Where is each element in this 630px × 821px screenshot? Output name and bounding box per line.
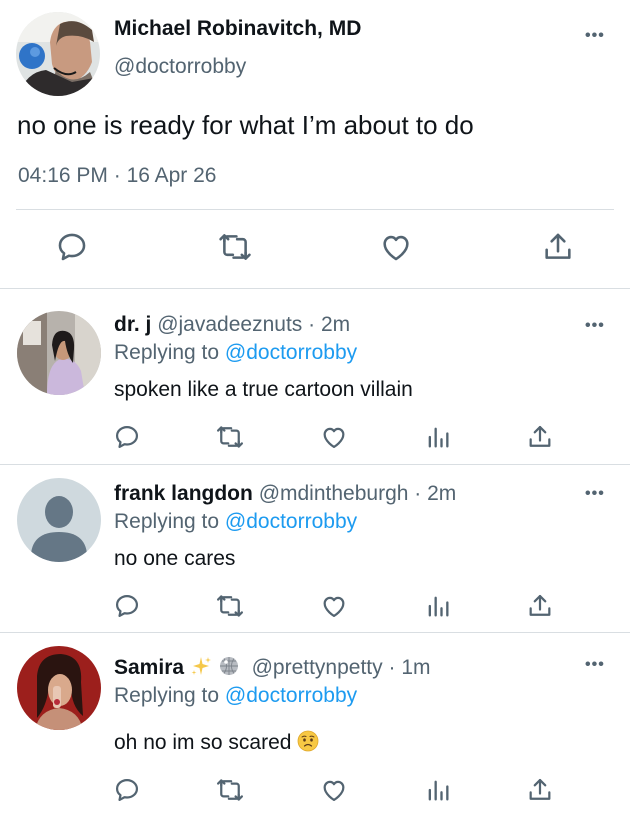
meta-separator: · [388, 656, 396, 679]
meta-separator: · [308, 313, 316, 336]
replying-to: Replying to @doctorrobby [114, 341, 357, 365]
disco-ball-emoji-icon [218, 655, 240, 683]
author-handle[interactable]: @doctorrobby [114, 55, 246, 79]
like-icon[interactable] [320, 776, 348, 804]
more-options-icon[interactable]: ••• [585, 485, 605, 503]
tweet-text: no one is ready for what I’m about to do [17, 110, 474, 140]
reply-avatar[interactable] [17, 646, 101, 730]
tweet-date: 16 Apr 26 [126, 164, 217, 187]
replying-to-prefix: Replying to [114, 510, 225, 533]
author-avatar[interactable] [16, 12, 100, 96]
tweet-timestamp[interactable]: 04:16 PM · 16 Apr 26 [18, 164, 216, 188]
replying-to-mention[interactable]: @doctorrobby [225, 341, 357, 364]
reply-age: 2m [320, 313, 351, 336]
reply-icon[interactable] [113, 423, 141, 451]
reply-author-name[interactable]: frank langdon [114, 482, 253, 505]
replying-to-prefix: Replying to [114, 341, 225, 364]
replying-to: Replying to @doctorrobby [114, 510, 357, 534]
retweet-icon[interactable] [216, 423, 244, 451]
tweet-time: 04:16 PM [18, 164, 108, 187]
replying-to-mention[interactable]: @doctorrobby [225, 684, 357, 707]
replying-to: Replying to @doctorrobby [114, 684, 357, 708]
retweet-icon[interactable] [218, 230, 252, 264]
retweet-icon[interactable] [216, 592, 244, 620]
reply-header: dr. j @javadeeznuts · 2m [114, 313, 350, 337]
like-icon[interactable] [320, 592, 348, 620]
reply-icon[interactable] [113, 592, 141, 620]
analytics-icon[interactable] [424, 592, 452, 620]
author-name[interactable]: Michael Robinavitch, MD [114, 17, 361, 41]
reply-text: spoken like a true cartoon villain [114, 378, 413, 401]
reply-avatar[interactable] [17, 311, 101, 395]
analytics-icon[interactable] [424, 423, 452, 451]
retweet-icon[interactable] [216, 776, 244, 804]
divider [16, 209, 614, 210]
more-options-icon[interactable]: ••• [585, 317, 605, 335]
analytics-icon[interactable] [424, 776, 452, 804]
replying-to-mention[interactable]: @doctorrobby [225, 510, 357, 533]
reply-icon[interactable] [55, 230, 89, 264]
reply-text: no one cares [114, 547, 236, 570]
reply-text: oh no im so scared [114, 731, 292, 754]
reply-avatar[interactable] [17, 478, 101, 562]
reply-tweet[interactable]: dr. j @javadeeznuts · 2m ••• Replying to… [0, 289, 630, 464]
reply-tweet[interactable]: Samira @prettynpetty · 1m ••• Replying t… [0, 633, 630, 821]
reply-icon[interactable] [113, 776, 141, 804]
like-icon[interactable] [379, 230, 413, 264]
share-icon[interactable] [526, 776, 554, 804]
sparkles-emoji-icon [190, 655, 212, 683]
reply-author-name[interactable]: Samira [114, 656, 184, 679]
reply-age: 1m [401, 656, 431, 679]
more-options-icon[interactable]: ••• [585, 656, 605, 674]
reply-age: 2m [427, 482, 457, 505]
share-icon[interactable] [526, 592, 554, 620]
reply-text-container: oh no im so scared [114, 730, 319, 758]
meta-separator: · [113, 164, 121, 187]
more-options-icon[interactable]: ••• [585, 27, 605, 45]
reply-tweet[interactable]: frank langdon @mdintheburgh · 2m ••• Rep… [0, 465, 630, 632]
share-icon[interactable] [541, 230, 575, 264]
replying-to-prefix: Replying to [114, 684, 225, 707]
meta-separator: · [414, 482, 422, 505]
reply-header: frank langdon @mdintheburgh · 2m [114, 482, 456, 506]
reply-author-handle[interactable]: @mdintheburgh [259, 482, 409, 505]
like-icon[interactable] [320, 423, 348, 451]
main-tweet: Michael Robinavitch, MD @doctorrobby •••… [0, 0, 630, 288]
reply-author-name[interactable]: dr. j [114, 313, 151, 336]
worried-face-emoji-icon [297, 730, 319, 758]
share-icon[interactable] [526, 423, 554, 451]
reply-author-handle[interactable]: @javadeeznuts [157, 313, 302, 336]
reply-author-handle[interactable]: @prettynpetty [252, 656, 383, 679]
reply-header: Samira @prettynpetty · 1m [114, 655, 431, 683]
